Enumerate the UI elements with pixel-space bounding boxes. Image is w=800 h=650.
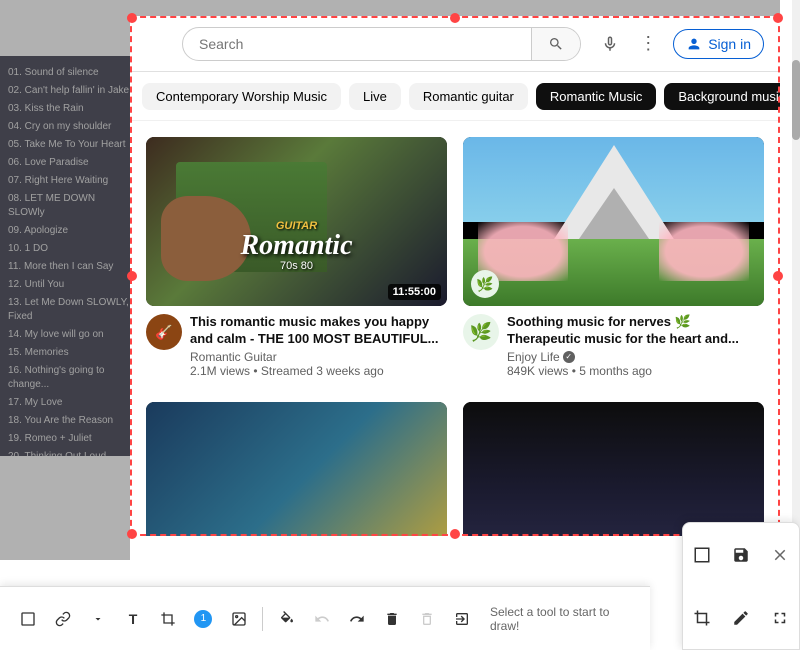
thumbnail-4 bbox=[463, 402, 764, 536]
rt-close-btn[interactable] bbox=[760, 523, 799, 586]
rt-crop-btn[interactable] bbox=[683, 586, 722, 649]
toolbar-image-btn[interactable] bbox=[223, 603, 254, 635]
toolbar-exit-btn[interactable] bbox=[447, 603, 478, 635]
toolbar-rectangle-btn[interactable] bbox=[12, 603, 43, 635]
video-card-4[interactable] bbox=[455, 394, 772, 536]
rt-fullscreen-btn[interactable] bbox=[760, 586, 799, 649]
more-options-button[interactable]: ⋮ bbox=[639, 33, 657, 54]
romantic-label: Romantic bbox=[161, 232, 432, 260]
toolbar-crop-btn[interactable] bbox=[153, 603, 184, 635]
video-info-2: 🌿 Soothing music for nerves 🌿 Therapeuti… bbox=[463, 314, 764, 378]
thumbnail-1: GUITAR Romantic 70s 80 11:55:00 bbox=[146, 137, 447, 306]
delete-icon bbox=[384, 611, 400, 627]
thumbnail-2: 🌿 bbox=[463, 137, 764, 306]
delete2-icon bbox=[419, 611, 435, 627]
toolbar-redo-btn[interactable] bbox=[341, 603, 372, 635]
chip-contemporary[interactable]: Contemporary Worship Music bbox=[142, 83, 341, 110]
thumbnail-3: WORSHIP FROM JERUSALE... bbox=[146, 402, 447, 536]
search-container[interactable] bbox=[182, 27, 581, 61]
thumb-bg-3: WORSHIP FROM JERUSALE... bbox=[146, 402, 447, 536]
exit-icon bbox=[454, 611, 470, 627]
badge-count: 1 bbox=[194, 610, 212, 628]
chip-live[interactable]: Live bbox=[349, 83, 401, 110]
thumb-bg-4 bbox=[463, 402, 764, 536]
redo-icon bbox=[349, 611, 365, 627]
toolbar-divider bbox=[262, 607, 263, 631]
top-right-controls: ⋮ Sign in bbox=[639, 29, 764, 59]
channel-avatar-1: 🎸 bbox=[146, 314, 182, 350]
video-card-2[interactable]: 🌿 🌿 Soothing music for nerves 🌿 Therapeu… bbox=[455, 129, 772, 386]
right-toolbar bbox=[682, 522, 800, 650]
video-info-1: 🎸 This romantic music makes you happy an… bbox=[146, 314, 447, 378]
top-bar: ⋮ Sign in bbox=[130, 16, 780, 72]
video-meta-2: Soothing music for nerves 🌿 Therapeutic … bbox=[507, 314, 764, 378]
toolbar-chevron-btn[interactable] bbox=[82, 603, 113, 635]
sign-in-button[interactable]: Sign in bbox=[673, 29, 764, 59]
video-card-1[interactable]: GUITAR Romantic 70s 80 11:55:00 🎸 This r… bbox=[138, 129, 455, 386]
bottom-toolbar: T 1 bbox=[0, 586, 650, 650]
toolbar-fill-btn[interactable] bbox=[271, 603, 302, 635]
expand-icon bbox=[693, 546, 711, 564]
search-input[interactable] bbox=[183, 28, 531, 60]
verified-icon: ✓ bbox=[563, 351, 575, 363]
video-stats-2: 849K views • 5 months ago bbox=[507, 364, 764, 378]
chevron-down-icon bbox=[92, 613, 104, 625]
bg-overlay-left bbox=[0, 0, 130, 560]
toolbar-hint: Select a tool to start to draw! bbox=[490, 605, 638, 633]
scroll-thumb[interactable] bbox=[792, 60, 800, 140]
video-meta-1: This romantic music makes you happy and … bbox=[190, 314, 447, 378]
toolbar-undo-btn[interactable] bbox=[306, 603, 337, 635]
cherry-right bbox=[659, 222, 749, 281]
fill-icon bbox=[279, 611, 295, 627]
rt-save-btn[interactable] bbox=[722, 523, 761, 586]
videos-grid: GUITAR Romantic 70s 80 11:55:00 🎸 This r… bbox=[130, 121, 780, 394]
main-area: 01. Sound of silence 02. Can't help fall… bbox=[0, 0, 800, 650]
pencil-icon bbox=[732, 609, 750, 627]
save-icon bbox=[732, 546, 750, 564]
chip-romantic-music[interactable]: Romantic Music bbox=[536, 83, 656, 110]
videos-grid-third: WORSHIP FROM JERUSALE... bbox=[130, 394, 780, 536]
rt-pencil-btn[interactable] bbox=[722, 586, 761, 649]
video-card-3[interactable]: WORSHIP FROM JERUSALE... bbox=[138, 394, 455, 536]
link-icon bbox=[55, 611, 71, 627]
toolbar-badge-btn[interactable]: 1 bbox=[188, 603, 219, 635]
duration-badge-1: 11:55:00 bbox=[388, 284, 441, 300]
channel-name-1: Romantic Guitar bbox=[190, 350, 447, 364]
years-label: 70s 80 bbox=[161, 260, 432, 272]
search-icon bbox=[548, 36, 564, 52]
crop-icon bbox=[160, 611, 176, 627]
toolbar-delete-btn[interactable] bbox=[377, 603, 408, 635]
mic-button[interactable] bbox=[593, 27, 627, 61]
video-title-1: This romantic music makes you happy and … bbox=[190, 314, 447, 348]
channel-avatar-2: 🌿 bbox=[463, 314, 499, 350]
content-area: ⋮ Sign in Contemporary Worship Music Liv… bbox=[130, 16, 780, 536]
bg-overlay-top bbox=[130, 0, 780, 16]
channel-name-2: Enjoy Life ✓ bbox=[507, 350, 764, 364]
close-icon bbox=[771, 546, 789, 564]
rt-expand-btn[interactable] bbox=[683, 523, 722, 586]
chip-romantic-guitar[interactable]: Romantic guitar bbox=[409, 83, 528, 110]
image-icon bbox=[231, 611, 247, 627]
search-button[interactable] bbox=[531, 28, 580, 60]
undo-icon bbox=[314, 611, 330, 627]
video-title-2: Soothing music for nerves 🌿 Therapeutic … bbox=[507, 314, 764, 348]
chip-background-music[interactable]: Background music bbox=[664, 83, 780, 110]
romantic-text-overlay: GUITAR Romantic 70s 80 bbox=[161, 220, 432, 272]
crop2-icon bbox=[693, 609, 711, 627]
account-icon bbox=[686, 36, 702, 52]
text-icon: T bbox=[129, 611, 138, 627]
toolbar-text-btn[interactable]: T bbox=[117, 603, 148, 635]
thumb-bg-2: 🌿 bbox=[463, 137, 764, 306]
fullscreen-icon bbox=[771, 609, 789, 627]
rectangle-icon bbox=[20, 611, 36, 627]
toolbar-delete2-btn[interactable] bbox=[412, 603, 443, 635]
mic-icon bbox=[601, 35, 619, 53]
chips-row: Contemporary Worship Music Live Romantic… bbox=[130, 72, 780, 121]
sign-in-label: Sign in bbox=[708, 36, 751, 52]
video-stats-1: 2.1M views • Streamed 3 weeks ago bbox=[190, 364, 447, 378]
toolbar-link-btn[interactable] bbox=[47, 603, 78, 635]
